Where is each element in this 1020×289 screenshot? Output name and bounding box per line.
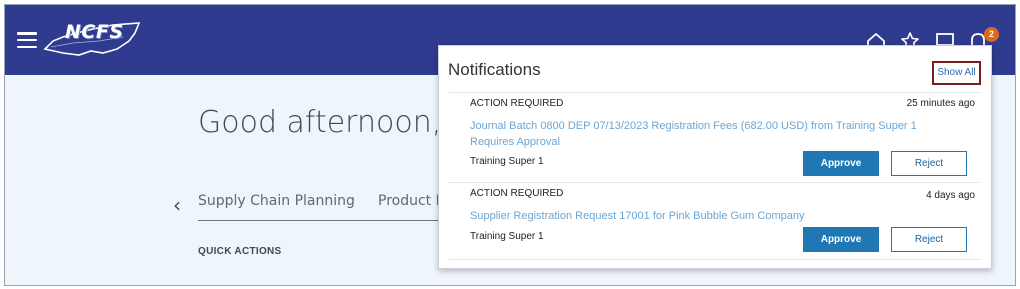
notification-message-link[interactable]: Supplier Registration Request 17001 for … bbox=[470, 208, 958, 224]
notification-message-link[interactable]: Journal Batch 0800 DEP 07/13/2023 Regist… bbox=[470, 118, 958, 150]
divider bbox=[449, 92, 980, 93]
approve-button[interactable]: Approve bbox=[803, 227, 879, 252]
logo-text: NCFS bbox=[65, 21, 124, 43]
notification-time: 25 minutes ago bbox=[906, 98, 975, 109]
notification-status: ACTION REQUIRED bbox=[470, 98, 564, 109]
reject-button[interactable]: Reject bbox=[891, 227, 967, 252]
notification-from: Training Super 1 bbox=[470, 231, 544, 242]
show-all-link[interactable]: Show All bbox=[932, 61, 981, 85]
notifications-title: Notifications bbox=[448, 60, 541, 79]
divider bbox=[449, 182, 980, 183]
active-tab-underline bbox=[198, 220, 443, 221]
notification-time: 4 days ago bbox=[926, 190, 975, 201]
tab-supply-chain-planning[interactable]: Supply Chain Planning bbox=[198, 193, 355, 209]
chevron-left-icon[interactable]: ‹ bbox=[173, 193, 181, 217]
notification-status: ACTION REQUIRED bbox=[470, 188, 564, 199]
approve-button[interactable]: Approve bbox=[803, 151, 879, 176]
app-window: NCFS 2 Good afternoon, Tra ‹ Supply Chai… bbox=[4, 4, 1016, 286]
notification-from: Training Super 1 bbox=[470, 156, 544, 167]
menu-icon[interactable] bbox=[17, 32, 37, 49]
divider bbox=[449, 259, 980, 260]
notifications-popup: Notifications Show All ACTION REQUIRED 2… bbox=[438, 45, 992, 269]
notification-count-badge: 2 bbox=[984, 27, 999, 42]
quick-actions-heading: QUICK ACTIONS bbox=[198, 246, 282, 257]
ncfs-logo[interactable]: NCFS bbox=[43, 19, 143, 59]
reject-button[interactable]: Reject bbox=[891, 151, 967, 176]
